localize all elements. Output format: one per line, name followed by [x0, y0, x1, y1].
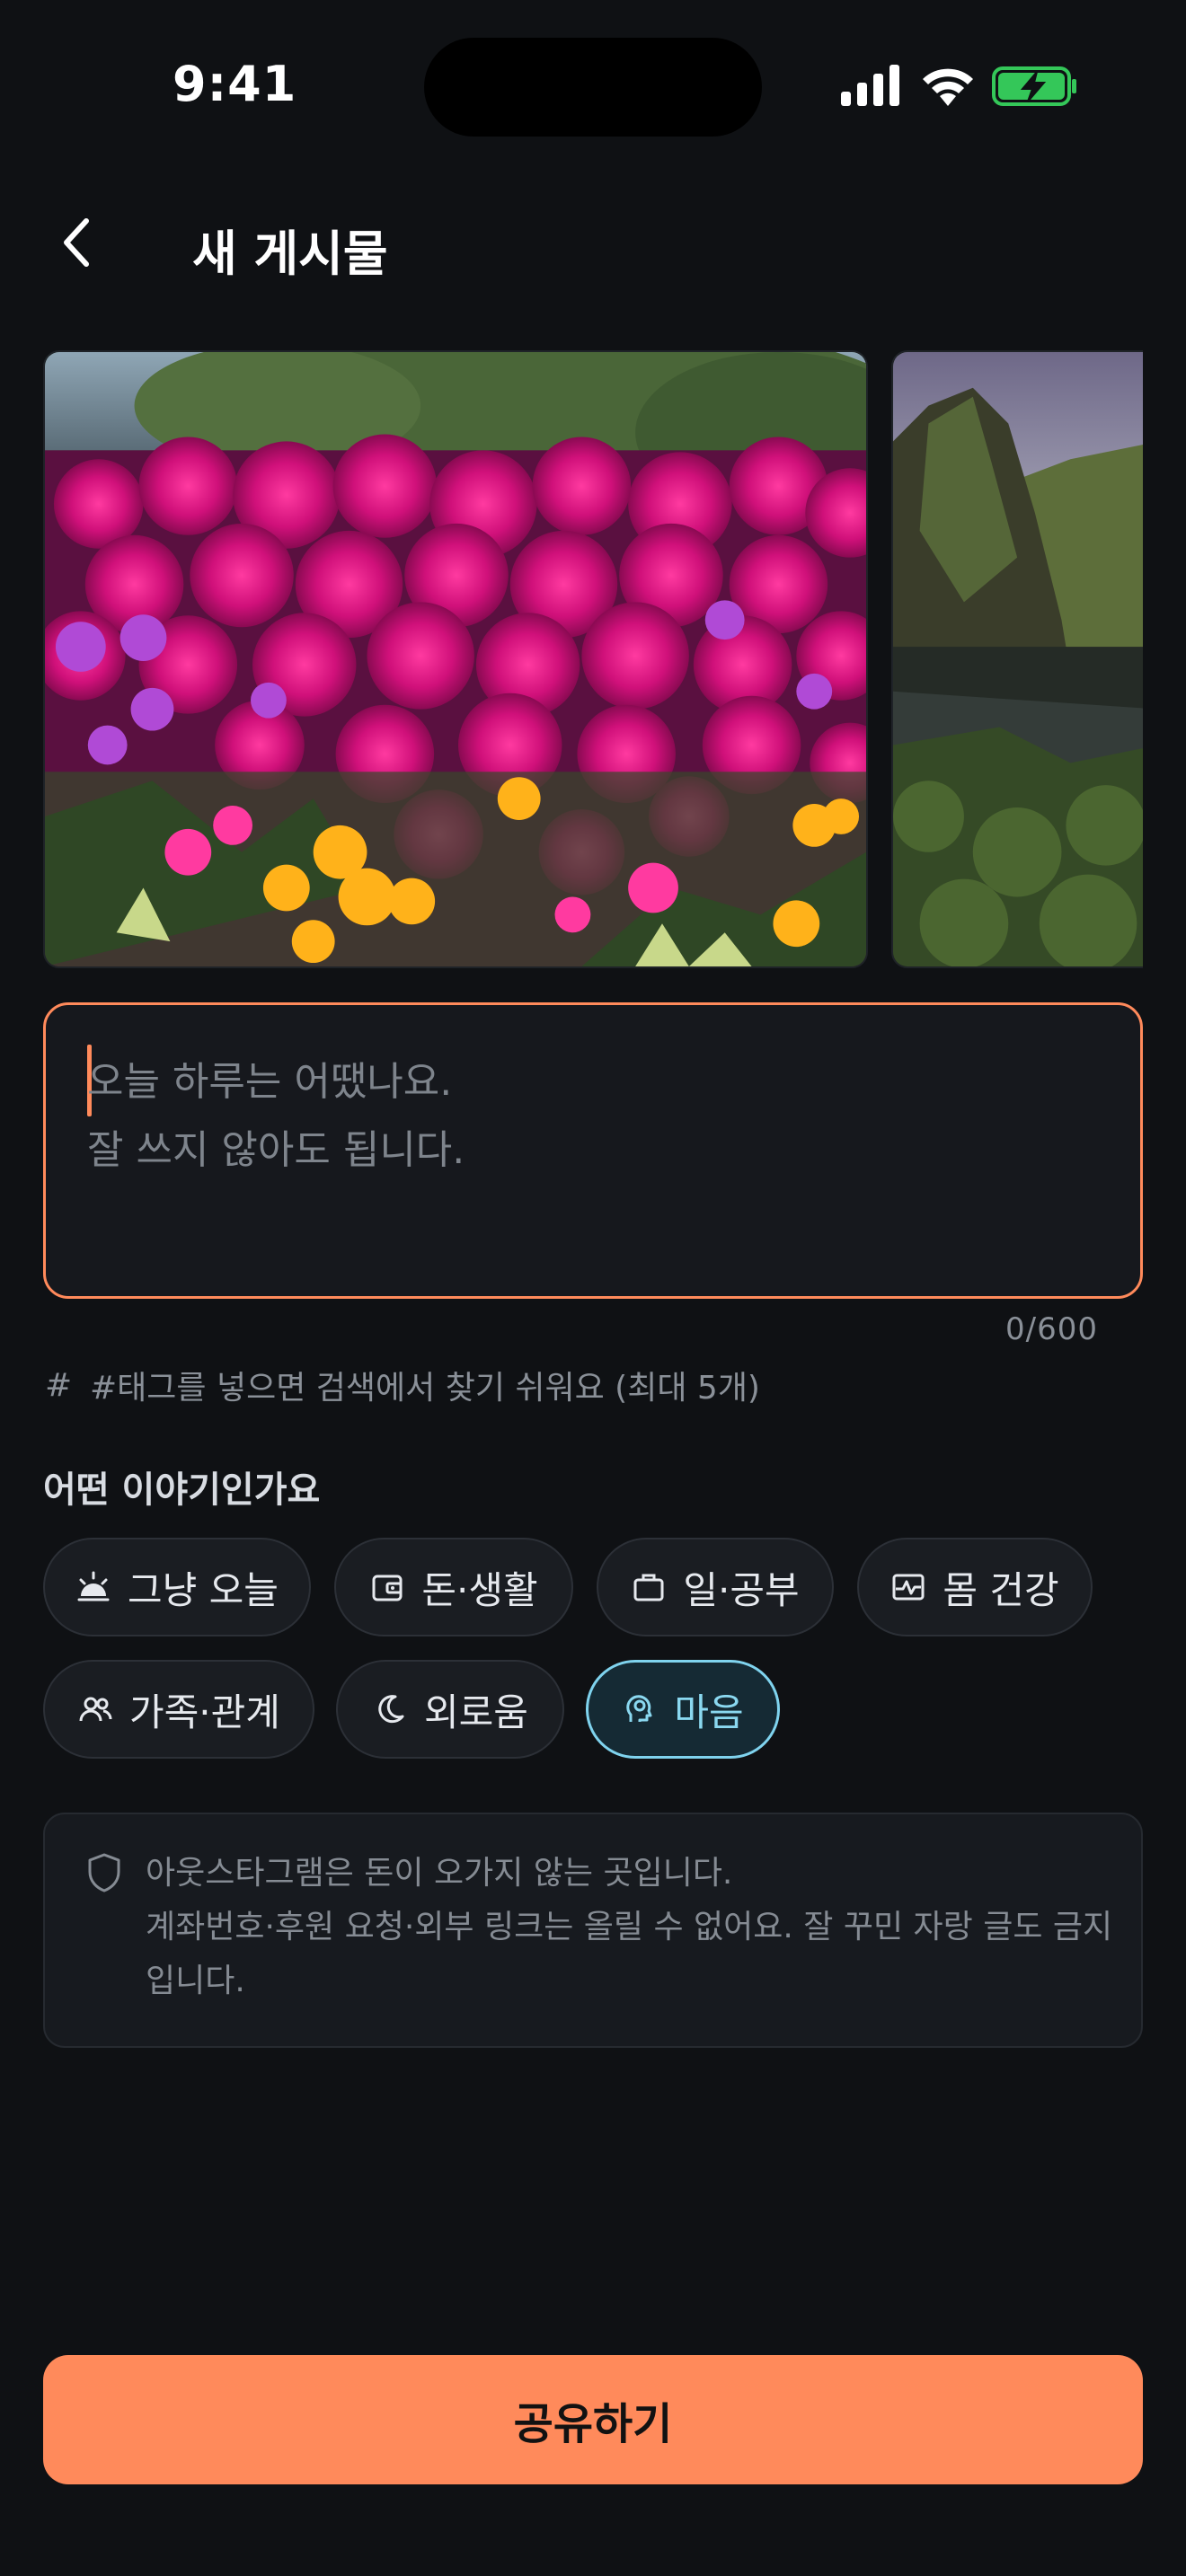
chip-work-study[interactable]: 일·공부	[597, 1538, 834, 1636]
wifi-icon	[923, 68, 973, 106]
dynamic-island	[424, 38, 762, 137]
tag-input[interactable]: # #태그를 넣으면 검색에서 찾기 쉬워요 (최대 5개)	[45, 1362, 760, 1408]
header: 새 게시물	[0, 189, 1186, 296]
notice-text: 아웃스타그램은 돈이 오가지 않는 곳입니다. 계좌번호·후원 요청·외부 링크…	[146, 1847, 1116, 2008]
moon-icon	[378, 1695, 404, 1724]
briefcase-icon	[633, 1574, 664, 1601]
chip-label: 몸 건강	[943, 1567, 1059, 1612]
status-time: 9:41	[173, 56, 297, 112]
tag-input-placeholder: #태그를 넣으면 검색에서 찾기 쉬워요 (최대 5개)	[90, 1370, 760, 1407]
chip-just-today[interactable]: 그냥 오늘	[43, 1538, 311, 1636]
chip-label: 외로움	[424, 1689, 528, 1734]
landscape-photo-image	[893, 352, 1143, 966]
notice-line-1: 아웃스타그램은 돈이 오가지 않는 곳입니다.	[146, 1855, 733, 1892]
back-button[interactable]	[41, 207, 113, 278]
chip-label: 그냥 오늘	[128, 1567, 279, 1612]
battery-charging-icon	[992, 66, 1076, 106]
flower-photo-image	[45, 352, 866, 966]
status-bar: 9:41	[0, 0, 1186, 171]
shield-icon	[88, 1853, 120, 1892]
chip-family-relations[interactable]: 가족·관계	[43, 1660, 314, 1759]
cellular-signal-icon	[841, 65, 899, 106]
page-title: 새 게시물	[192, 225, 388, 282]
sunrise-icon	[77, 1571, 110, 1601]
chevron-left-icon	[64, 218, 89, 267]
hashtag-icon: #	[45, 1366, 73, 1404]
photo-landscape[interactable]	[891, 350, 1143, 968]
chip-money-life[interactable]: 돈·생활	[334, 1538, 573, 1636]
chip-label: 마음	[674, 1689, 744, 1734]
policy-notice: 아웃스타그램은 돈이 오가지 않는 곳입니다. 계좌번호·후원 요청·외부 링크…	[43, 1813, 1143, 2048]
chip-label: 가족·관계	[129, 1689, 280, 1734]
notice-line-2: 계좌번호·후원 요청·외부 링크는 올릴 수 없어요. 잘 꾸민 자랑 글도 금…	[146, 1909, 1113, 1999]
chip-label: 일·공부	[683, 1567, 800, 1612]
character-counter: 0/600	[1005, 1311, 1098, 1347]
photo-flowers[interactable]	[43, 350, 868, 968]
post-text-area[interactable]: 오늘 하루는 어땠나요. 잘 쓰지 않아도 됩니다.	[43, 1002, 1143, 1299]
chip-loneliness[interactable]: 외로움	[336, 1660, 564, 1759]
people-icon	[79, 1697, 112, 1722]
wallet-icon	[372, 1575, 403, 1601]
share-button[interactable]: 공유하기	[43, 2355, 1143, 2484]
heartbeat-icon	[892, 1574, 925, 1601]
chip-label: 돈·생활	[421, 1567, 538, 1612]
mind-icon	[626, 1695, 652, 1722]
text-area-placeholder: 오늘 하루는 어땠나요. 잘 쓰지 않아도 됩니다.	[87, 1059, 465, 1173]
photo-carousel[interactable]	[43, 350, 1143, 970]
chip-mind[interactable]: 마음	[586, 1660, 780, 1759]
chip-body-health[interactable]: 몸 건강	[857, 1538, 1093, 1636]
category-section-label: 어떤 이야기인가요	[43, 1469, 321, 1511]
